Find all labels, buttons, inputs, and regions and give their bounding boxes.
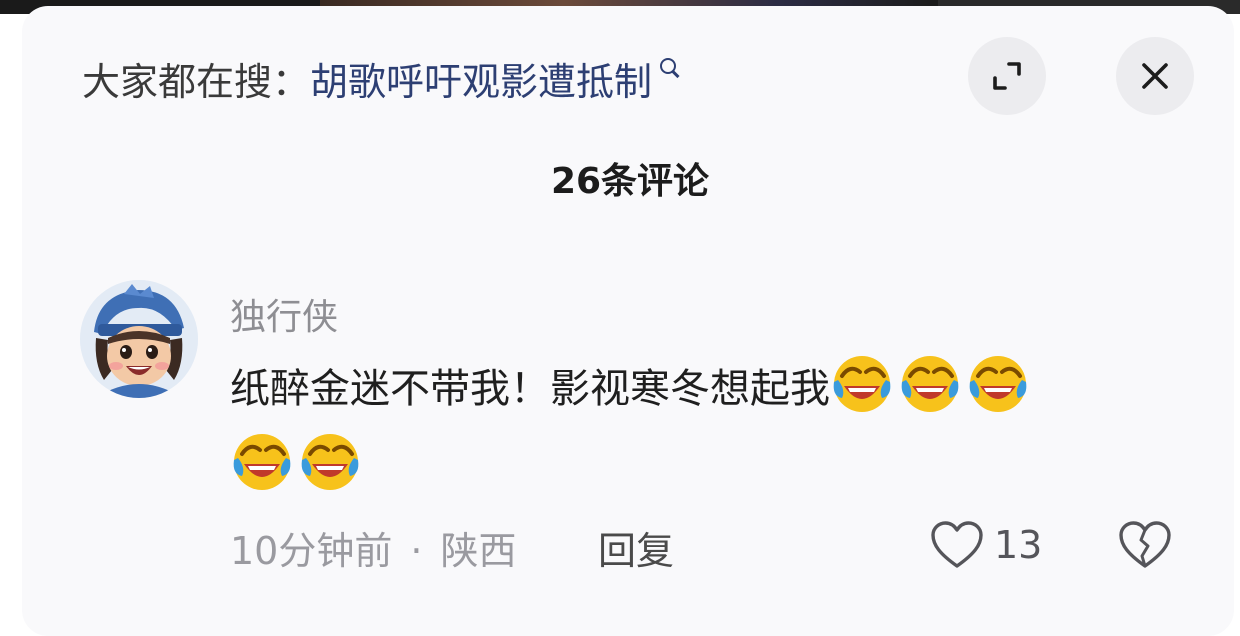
comment-count-title: 26条评论	[550, 161, 710, 202]
comment-text: 纸醉金迷不带我！影视寒冬想起我	[230, 350, 1200, 506]
expand-button[interactable]	[968, 37, 1046, 115]
heart-icon	[931, 521, 983, 568]
reply-button[interactable]: 回复	[598, 520, 674, 575]
laugh-cry-emoji	[969, 356, 1027, 412]
meta-separator: ·	[410, 529, 423, 573]
close-button[interactable]	[1116, 37, 1194, 115]
search-query-link[interactable]: 胡歌呼吁观影遭抵制	[310, 51, 652, 106]
broken-heart-icon[interactable]	[1118, 520, 1172, 570]
comment-location: 陕西	[440, 529, 517, 573]
laugh-cry-emoji	[833, 356, 891, 412]
laugh-cry-emoji	[233, 434, 291, 490]
like-button[interactable]: 13	[930, 518, 1042, 572]
like-count: 13	[994, 523, 1043, 567]
close-icon	[1142, 63, 1168, 89]
expand-icon	[993, 62, 1021, 90]
search-prefix-label: 大家都在搜：	[82, 59, 311, 104]
comment-timestamp: 10分钟前	[230, 529, 393, 573]
laugh-cry-emoji	[301, 434, 359, 490]
search-suggestion[interactable]: 大家都在搜： 胡歌呼吁观影遭抵制	[82, 50, 680, 106]
comment-meta: 10分钟前 · 陕西	[230, 520, 516, 575]
search-icon[interactable]	[658, 56, 680, 82]
laugh-cry-emoji	[901, 356, 959, 412]
avatar[interactable]	[80, 280, 198, 398]
comment-username[interactable]: 独行侠	[230, 288, 338, 340]
comment-text-content: 纸醉金迷不带我！影视寒冬想起我	[230, 366, 830, 412]
